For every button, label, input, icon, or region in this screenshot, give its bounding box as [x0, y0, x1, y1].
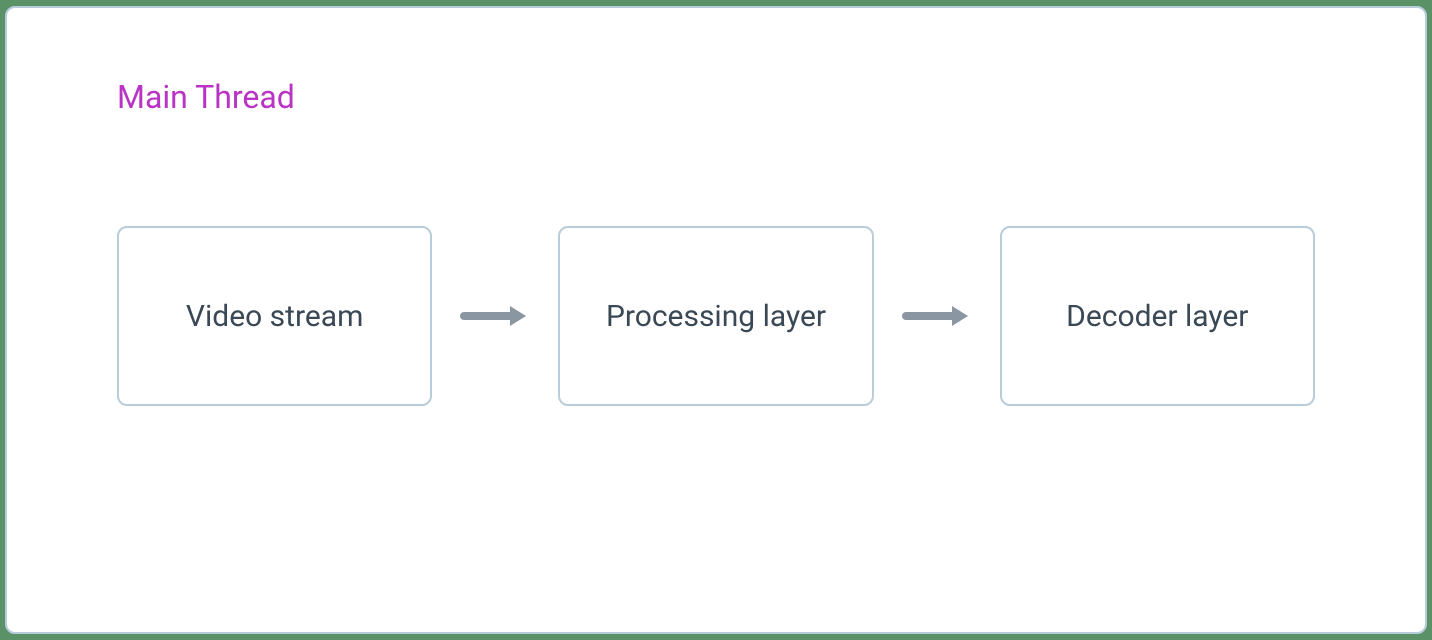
- node-decoder-layer: Decoder layer: [1000, 226, 1315, 406]
- node-video-stream: Video stream: [117, 226, 432, 406]
- node-label: Video stream: [186, 299, 364, 334]
- node-processing-layer: Processing layer: [558, 226, 873, 406]
- flow-row: Video stream Processing layer Decoder la…: [117, 226, 1315, 406]
- node-label: Processing layer: [606, 299, 826, 334]
- node-label: Decoder layer: [1066, 299, 1248, 334]
- diagram-title: Main Thread: [117, 78, 1315, 116]
- arrow-icon: [902, 296, 972, 336]
- arrow-icon: [460, 296, 530, 336]
- diagram-container: Main Thread Video stream Processing laye…: [5, 6, 1427, 634]
